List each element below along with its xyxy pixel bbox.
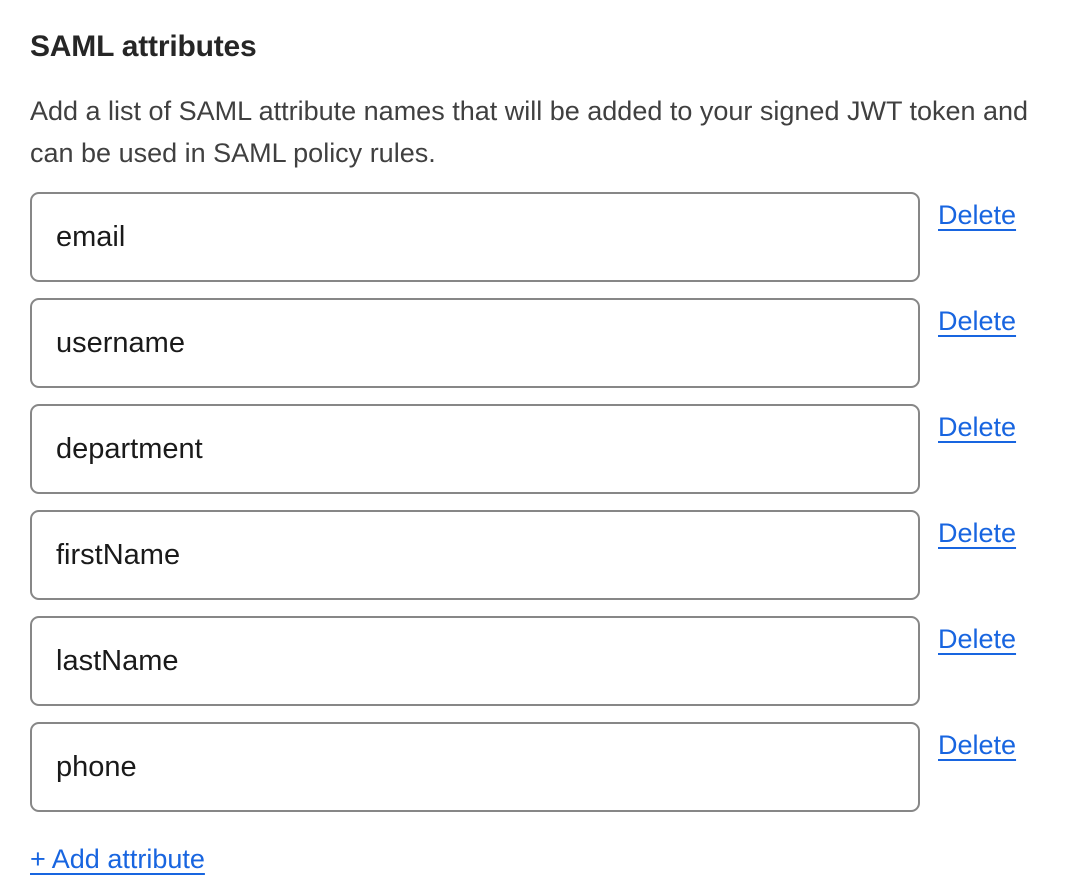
attribute-name-input[interactable] — [30, 616, 920, 706]
page-description: Add a list of SAML attribute names that … — [30, 90, 1036, 174]
attribute-name-input[interactable] — [30, 192, 920, 282]
attribute-name-input[interactable] — [30, 510, 920, 600]
delete-attribute-link[interactable]: Delete — [938, 623, 1016, 655]
delete-attribute-link[interactable]: Delete — [938, 517, 1016, 549]
attribute-name-input[interactable] — [30, 404, 920, 494]
delete-attribute-link[interactable]: Delete — [938, 305, 1016, 337]
saml-attributes-section: SAML attributes Add a list of SAML attri… — [0, 0, 1066, 886]
attribute-row: Delete — [30, 404, 1036, 494]
attribute-row: Delete — [30, 722, 1036, 812]
attribute-list: Delete Delete Delete Delete Delete Delet… — [30, 192, 1036, 812]
attribute-name-input[interactable] — [30, 298, 920, 388]
attribute-row: Delete — [30, 616, 1036, 706]
delete-attribute-link[interactable]: Delete — [938, 411, 1016, 443]
attribute-row: Delete — [30, 298, 1036, 388]
delete-attribute-link[interactable]: Delete — [938, 199, 1016, 231]
attribute-row: Delete — [30, 510, 1036, 600]
page-title: SAML attributes — [30, 28, 1036, 66]
delete-attribute-link[interactable]: Delete — [938, 729, 1016, 761]
add-attribute-link[interactable]: + Add attribute — [30, 843, 205, 875]
attribute-name-input[interactable] — [30, 722, 920, 812]
attribute-row: Delete — [30, 192, 1036, 282]
